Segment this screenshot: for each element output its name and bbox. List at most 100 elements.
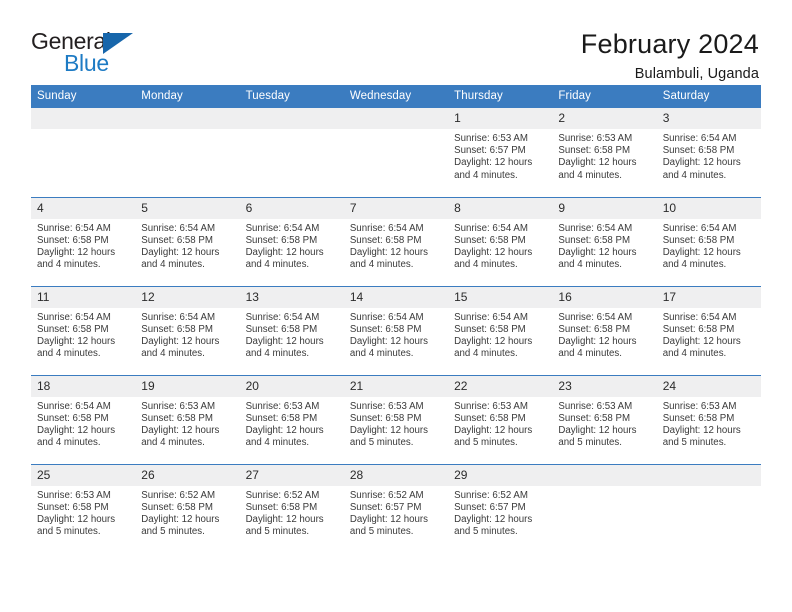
calendar-day-cell[interactable]: 11 Sunrise: 6:54 AM Sunset: 6:58 PM Dayligh… — [31, 285, 136, 375]
day-sunset-text: Sunset: 6:58 PM — [349, 323, 422, 335]
brand-logo[interactable]: General Blue — [31, 30, 151, 80]
day-sunset-text: Sunset: 6:58 PM — [454, 323, 526, 335]
calendar-day-cell[interactable]: 20 Sunrise: 6:53 AM Sunset: 6:58 PM Dayligh… — [239, 374, 344, 464]
calendar-day-cell[interactable]: 9 Sunrise: 6:54 AM Sunset: 6:58 PM Daylight… — [552, 196, 657, 286]
day-sunset-text: Sunset: 6:58 PM — [558, 412, 631, 424]
calendar-day-cell[interactable]: 24 Sunrise: 6:53 AM Sunset: 6:58 PM Dayligh… — [656, 374, 761, 464]
calendar-day-cell[interactable]: 18 Sunrise: 6:54 AM Sunset: 6:58 PM Dayligh… — [31, 374, 136, 464]
day-number: 26 — [135, 464, 240, 486]
calendar-day-cell[interactable]: 2 Sunrise: 6:53 AM Sunset: 6:58 PM Daylight… — [552, 108, 657, 197]
day-sun-info: Sunrise: 6:53 AM Sunset: 6:58 PM Daylight:… — [552, 397, 656, 450]
day-sunrise-text: Sunrise: 6:54 AM — [454, 311, 528, 323]
day-daylight-line2-text: and 5 minutes. — [454, 526, 518, 538]
day-sunset-text: Sunset: 6:58 PM — [37, 412, 109, 424]
day-sun-info: Sunrise: 6:54 AM Sunset: 6:58 PM Daylight:… — [657, 129, 761, 182]
day-sunrise-text: Sunrise: 6:54 AM — [37, 311, 111, 323]
day-daylight-line2-text: and 4 minutes. — [141, 437, 205, 449]
day-sun-info: Sunrise: 6:53 AM Sunset: 6:58 PM Daylight:… — [448, 397, 552, 450]
day-number: 2 — [552, 108, 657, 129]
day-daylight-line1-text: Daylight: 12 hours — [37, 246, 116, 258]
calendar-day-cell[interactable]: 13 Sunrise: 6:54 AM Sunset: 6:58 PM Dayligh… — [239, 285, 344, 375]
day-daylight-line1-text: Daylight: 12 hours — [662, 424, 741, 436]
day-number — [552, 464, 657, 486]
day-sunrise-text: Sunrise: 6:54 AM — [245, 311, 320, 323]
calendar-day-cell[interactable]: 6 Sunrise: 6:54 AM Sunset: 6:58 PM Daylight… — [239, 196, 344, 286]
day-sunset-text: Sunset: 6:57 PM — [349, 501, 422, 513]
day-number: 12 — [135, 286, 240, 308]
weekday-header-sunday: Sunday — [31, 85, 136, 108]
calendar-day-cell[interactable]: 14 Sunrise: 6:54 AM Sunset: 6:58 PM Dayligh… — [343, 285, 449, 375]
day-number: 9 — [552, 197, 657, 219]
day-daylight-line1-text: Daylight: 12 hours — [245, 335, 324, 347]
day-sunset-text: Sunset: 6:58 PM — [662, 323, 735, 335]
day-sun-info: Sunrise: 6:53 AM Sunset: 6:57 PM Daylight:… — [448, 129, 552, 182]
calendar-day-cell[interactable]: 23 Sunrise: 6:53 AM Sunset: 6:58 PM Dayligh… — [552, 374, 657, 464]
brand-name-blue: Blue — [64, 50, 109, 76]
day-sun-info: Sunrise: 6:54 AM Sunset: 6:58 PM Daylight:… — [31, 219, 135, 272]
calendar-day-cell[interactable]: 19 Sunrise: 6:53 AM Sunset: 6:58 PM Dayligh… — [135, 374, 240, 464]
day-sunset-text: Sunset: 6:58 PM — [662, 234, 735, 246]
day-sun-info: Sunrise: 6:54 AM Sunset: 6:58 PM Daylight:… — [448, 308, 552, 361]
day-number — [656, 464, 761, 486]
day-sun-info: Sunrise: 6:54 AM Sunset: 6:58 PM Daylight:… — [448, 219, 552, 272]
day-daylight-line2-text: and 5 minutes. — [558, 437, 622, 449]
day-daylight-line1-text: Daylight: 12 hours — [141, 246, 220, 258]
day-sun-info: Sunrise: 6:53 AM Sunset: 6:58 PM Daylight:… — [657, 397, 761, 450]
day-sun-info: Sunrise: 6:54 AM Sunset: 6:58 PM Daylight:… — [344, 219, 448, 272]
calendar-day-cell[interactable]: 17 Sunrise: 6:54 AM Sunset: 6:58 PM Dayligh… — [656, 285, 761, 375]
calendar-day-cell[interactable]: 26 Sunrise: 6:52 AM Sunset: 6:58 PM Dayligh… — [135, 463, 240, 553]
day-number — [135, 108, 240, 129]
day-sun-info: Sunrise: 6:54 AM Sunset: 6:58 PM Daylight:… — [344, 308, 448, 361]
day-daylight-line1-text: Daylight: 12 hours — [349, 335, 428, 347]
day-daylight-line1-text: Daylight: 12 hours — [662, 157, 741, 169]
day-number: 19 — [135, 375, 240, 397]
calendar-day-cell[interactable]: 27 Sunrise: 6:52 AM Sunset: 6:58 PM Dayligh… — [239, 463, 344, 553]
calendar-day-cell[interactable]: 8 Sunrise: 6:54 AM Sunset: 6:58 PM Daylight… — [448, 196, 553, 286]
calendar-day-cell[interactable]: 28 Sunrise: 6:52 AM Sunset: 6:57 PM Dayligh… — [343, 463, 449, 553]
day-daylight-line1-text: Daylight: 12 hours — [454, 335, 533, 347]
day-daylight-line1-text: Daylight: 12 hours — [558, 424, 637, 436]
day-sun-info: Sunrise: 6:54 AM Sunset: 6:58 PM Daylight:… — [31, 397, 135, 450]
calendar-day-cell[interactable]: 25 Sunrise: 6:53 AM Sunset: 6:58 PM Dayligh… — [31, 463, 136, 553]
day-sunset-text: Sunset: 6:58 PM — [245, 501, 318, 513]
page-subtitle: Bulambuli, Uganda — [634, 65, 759, 82]
calendar-cell-empty — [343, 108, 449, 197]
calendar-day-cell[interactable]: 3 Sunrise: 6:54 AM Sunset: 6:58 PM Daylight… — [656, 108, 761, 197]
calendar-day-cell[interactable]: 15 Sunrise: 6:54 AM Sunset: 6:58 PM Dayligh… — [448, 285, 553, 375]
day-sunset-text: Sunset: 6:58 PM — [558, 145, 631, 157]
day-number: 20 — [239, 375, 344, 397]
day-sunrise-text: Sunrise: 6:53 AM — [349, 400, 424, 412]
weekday-header-saturday: Saturday — [656, 85, 761, 108]
day-sunrise-text: Sunrise: 6:54 AM — [141, 311, 216, 323]
calendar-day-cell[interactable]: 10 Sunrise: 6:54 AM Sunset: 6:58 PM Dayligh… — [656, 196, 761, 286]
day-sunset-text: Sunset: 6:58 PM — [37, 323, 109, 335]
triangle-logo-icon — [103, 33, 133, 54]
day-daylight-line1-text: Daylight: 12 hours — [558, 246, 637, 258]
calendar-day-cell[interactable]: 1 Sunrise: 6:53 AM Sunset: 6:57 PM Daylight… — [448, 108, 553, 197]
calendar-day-cell[interactable]: 22 Sunrise: 6:53 AM Sunset: 6:58 PM Dayligh… — [448, 374, 553, 464]
day-number: 8 — [448, 197, 553, 219]
calendar-day-cell[interactable]: 21 Sunrise: 6:53 AM Sunset: 6:58 PM Dayligh… — [343, 374, 449, 464]
calendar-day-cell[interactable]: 29 Sunrise: 6:52 AM Sunset: 6:57 PM Dayligh… — [448, 463, 553, 553]
day-sun-info: Sunrise: 6:53 AM Sunset: 6:58 PM Daylight:… — [240, 397, 344, 450]
day-daylight-line2-text: and 5 minutes. — [662, 437, 727, 449]
day-sunset-text: Sunset: 6:58 PM — [662, 412, 735, 424]
calendar-day-cell[interactable]: 16 Sunrise: 6:54 AM Sunset: 6:58 PM Dayligh… — [552, 285, 657, 375]
calendar-day-cell[interactable]: 7 Sunrise: 6:54 AM Sunset: 6:58 PM Daylight… — [343, 196, 449, 286]
page-title: February 2024 — [580, 29, 759, 59]
calendar-cell-empty — [239, 108, 344, 197]
day-sunset-text: Sunset: 6:58 PM — [454, 412, 526, 424]
day-sun-info: Sunrise: 6:53 AM Sunset: 6:58 PM Daylight:… — [31, 486, 135, 539]
day-sunset-text: Sunset: 6:58 PM — [141, 323, 213, 335]
day-sunrise-text: Sunrise: 6:53 AM — [37, 489, 111, 501]
calendar-week-row: 18 Sunrise: 6:54 AM Sunset: 6:58 PM Dayligh… — [31, 374, 761, 464]
calendar-day-cell[interactable]: 12 Sunrise: 6:54 AM Sunset: 6:58 PM Dayligh… — [135, 285, 240, 375]
calendar-day-cell[interactable]: 5 Sunrise: 6:54 AM Sunset: 6:58 PM Daylight… — [135, 196, 240, 286]
calendar-day-cell[interactable]: 4 Sunrise: 6:54 AM Sunset: 6:58 PM Daylight… — [31, 196, 136, 286]
day-sunset-text: Sunset: 6:58 PM — [141, 412, 213, 424]
day-number: 10 — [656, 197, 761, 219]
day-sunrise-text: Sunrise: 6:52 AM — [454, 489, 528, 501]
day-daylight-line1-text: Daylight: 12 hours — [141, 513, 220, 525]
day-sunset-text: Sunset: 6:58 PM — [245, 323, 318, 335]
day-daylight-line1-text: Daylight: 12 hours — [454, 157, 533, 169]
